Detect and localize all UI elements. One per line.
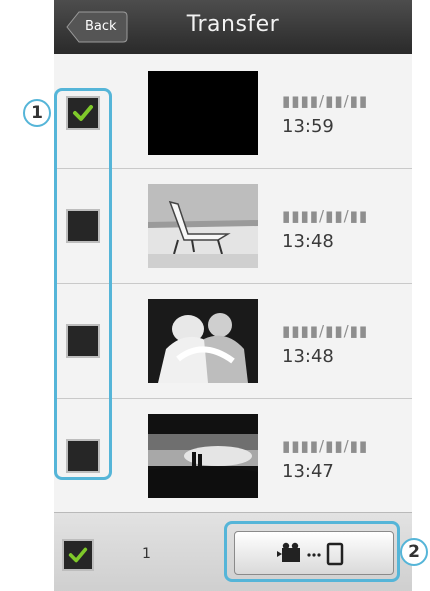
callout-2-highlight (224, 521, 400, 582)
selected-count: 1 (142, 546, 151, 562)
time-text: 13:48 (282, 346, 334, 367)
date-text: ▮▮▮▮/▮▮/▮▮ (282, 437, 369, 455)
beach-chair-image (148, 184, 258, 268)
couple-thumbnail[interactable] (148, 299, 258, 383)
checkmark-icon (68, 547, 88, 563)
page-title: Transfer (186, 12, 280, 37)
black-thumbnail[interactable] (148, 71, 258, 155)
time-text: 13:47 (282, 461, 334, 482)
date-text: ▮▮▮▮/▮▮/▮▮ (282, 92, 369, 110)
time-text: 13:59 (282, 116, 334, 137)
select-all-checkbox[interactable] (62, 539, 94, 571)
title-bar: Back Transfer (54, 0, 412, 54)
callout-2-marker: 2 (400, 538, 428, 566)
sunset-image (148, 414, 258, 498)
callout-1-marker: 1 (23, 99, 51, 127)
date-text: ▮▮▮▮/▮▮/▮▮ (282, 207, 369, 225)
beach-chair-thumbnail[interactable] (148, 184, 258, 268)
date-text: ▮▮▮▮/▮▮/▮▮ (282, 322, 369, 340)
sunset-thumbnail[interactable] (148, 414, 258, 498)
time-text: 13:48 (282, 231, 334, 252)
couple-image (148, 299, 258, 383)
callout-1-highlight (54, 88, 112, 480)
